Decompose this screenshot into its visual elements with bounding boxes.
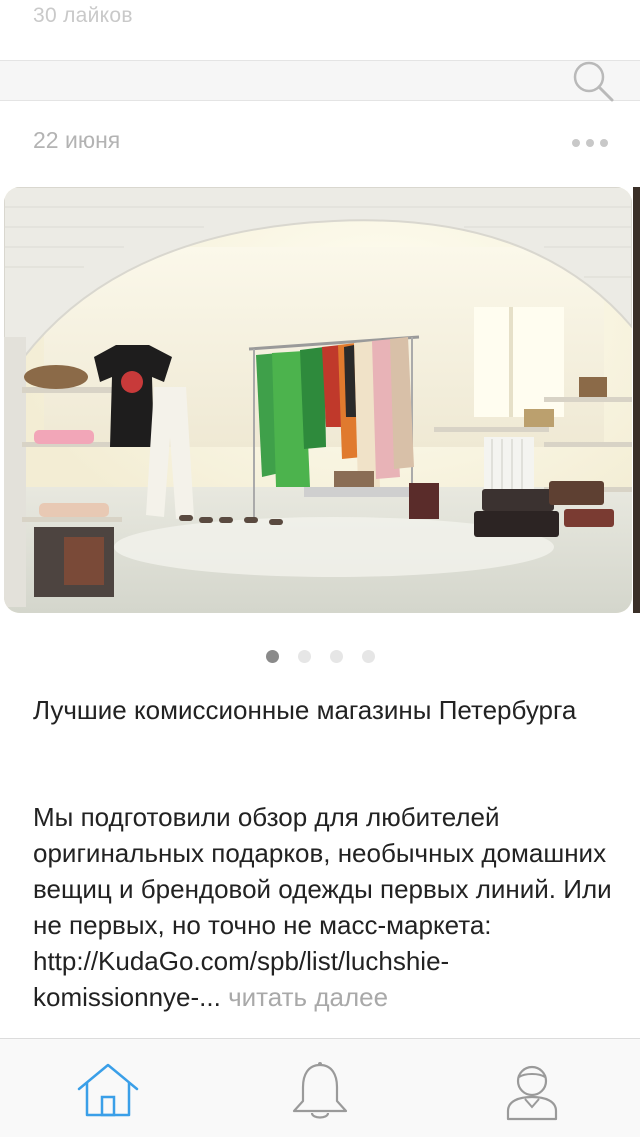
likes-count[interactable]: 30 лайков	[33, 4, 133, 28]
post-body: Мы подготовили обзор для любителей ориги…	[33, 799, 618, 1015]
next-photo-peek[interactable]	[633, 187, 640, 613]
tab-bar	[0, 1038, 640, 1137]
previous-post-footer: 30 лайков	[0, 0, 640, 60]
pager-dot-active[interactable]	[266, 650, 279, 663]
post-body-text: Мы подготовили обзор для любителей ориги…	[33, 802, 612, 1012]
photo-pager	[0, 648, 640, 664]
pager-dot[interactable]	[362, 650, 375, 663]
post-photo[interactable]	[4, 187, 632, 613]
search-bar[interactable]	[0, 60, 640, 101]
tab-home[interactable]	[0, 1039, 213, 1137]
tab-profile[interactable]	[427, 1039, 640, 1137]
bell-icon	[292, 1062, 348, 1119]
read-more-link[interactable]: читать далее	[228, 982, 388, 1012]
post-date: 22 июня	[33, 127, 121, 153]
pager-dot[interactable]	[298, 650, 311, 663]
home-icon	[77, 1063, 139, 1117]
more-dots-icon[interactable]	[570, 136, 610, 150]
search-icon[interactable]	[568, 58, 618, 104]
tab-notifications[interactable]	[213, 1039, 427, 1137]
pager-dot[interactable]	[330, 650, 343, 663]
post-title: Лучшие комиссионные магазины Петербурга	[33, 695, 577, 725]
user-icon	[506, 1065, 558, 1121]
